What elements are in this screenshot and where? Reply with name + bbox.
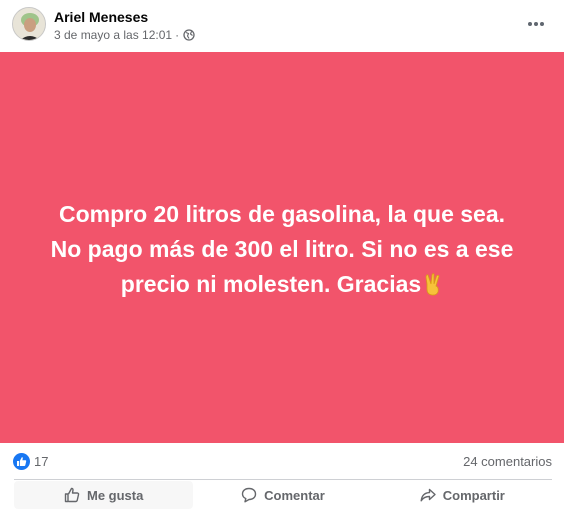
share-button[interactable]: Compartir: [373, 481, 552, 509]
meta-separator: ·: [175, 28, 180, 42]
post-content-background: Compro 20 litros de gasolina, la que sea…: [0, 52, 564, 443]
share-icon: [420, 488, 436, 502]
post-text-line: Compro 20 litros de gasolina, la que sea…: [58, 201, 506, 227]
post-actions-bar: Me gusta Comentar Compartir: [14, 481, 552, 509]
avatar-image: [13, 8, 45, 40]
comment-button[interactable]: Comentar: [193, 481, 372, 509]
victory-hand-icon: [423, 271, 443, 306]
post-text-line: precio ni molesten. Gracias: [120, 271, 422, 297]
post-text: Compro 20 litros de gasolina, la que sea…: [22, 197, 542, 306]
post-stats: 17 24 comentarios: [0, 443, 564, 481]
comment-button-label: Comentar: [264, 487, 325, 503]
post-meta: 3 de mayo a las 12:01 ·: [54, 28, 195, 42]
globe-icon[interactable]: [183, 29, 195, 41]
more-options-icon: [528, 22, 544, 26]
more-options-button[interactable]: [524, 12, 548, 36]
author-avatar[interactable]: [12, 7, 46, 41]
like-button-label: Me gusta: [86, 487, 144, 503]
reaction-count[interactable]: 17: [34, 454, 48, 469]
author-name[interactable]: Ariel Meneses: [54, 9, 148, 25]
share-button-label: Compartir: [442, 487, 505, 503]
thumbs-up-icon: [64, 487, 80, 503]
comments-count[interactable]: 24 comentarios: [463, 454, 552, 469]
post-text-line: No pago más de 300 el litro. Si no es a …: [50, 236, 514, 262]
post-timestamp[interactable]: 3 de mayo a las 12:01: [54, 28, 172, 42]
actions-divider: [14, 479, 552, 480]
like-button[interactable]: Me gusta: [14, 481, 194, 509]
post-header: Ariel Meneses 3 de mayo a las 12:01 ·: [0, 0, 564, 52]
like-reaction-icon[interactable]: [13, 453, 30, 470]
post-text-line-last: precio ni molesten. Gracias: [22, 267, 542, 306]
comment-icon: [241, 487, 257, 503]
